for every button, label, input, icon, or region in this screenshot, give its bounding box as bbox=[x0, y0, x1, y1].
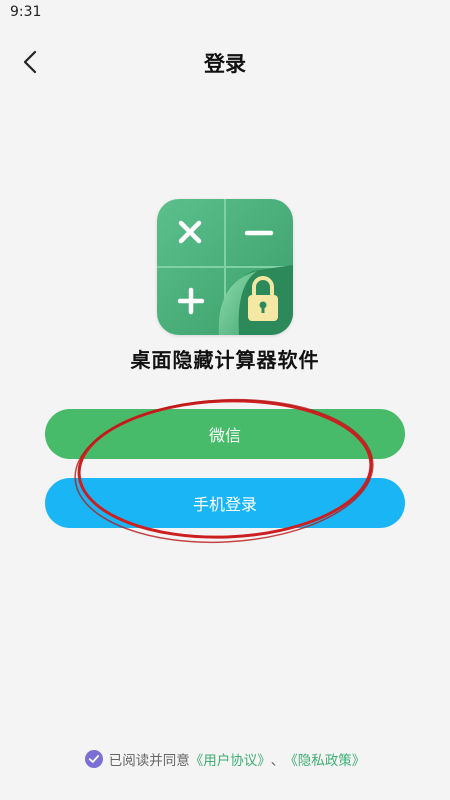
status-time: 9:31 bbox=[10, 4, 42, 20]
agreement-separator: 、 bbox=[270, 753, 285, 769]
wechat-login-button[interactable]: 微信 bbox=[45, 409, 405, 459]
user-agreement-link[interactable]: 《用户协议》 bbox=[190, 749, 271, 769]
app-name: 桌面隐藏计算器软件 bbox=[130, 348, 320, 372]
red-ellipse-annotation bbox=[74, 398, 374, 544]
privacy-policy-link[interactable]: 《隐私政策》 bbox=[284, 749, 365, 769]
agreement-row: 已阅读并同意 《用户协议》 、 《隐私政策》 bbox=[0, 748, 450, 770]
header: 登录 bbox=[0, 36, 450, 88]
calculator-lock-icon bbox=[157, 199, 293, 335]
status-bar: 9:31 bbox=[0, 0, 450, 24]
phone-login-button[interactable]: 手机登录 bbox=[45, 478, 405, 528]
page-title: 登录 bbox=[204, 52, 246, 76]
agreement-text: 已阅读并同意 bbox=[108, 753, 190, 769]
checkbox-checked-icon[interactable] bbox=[84, 750, 103, 768]
